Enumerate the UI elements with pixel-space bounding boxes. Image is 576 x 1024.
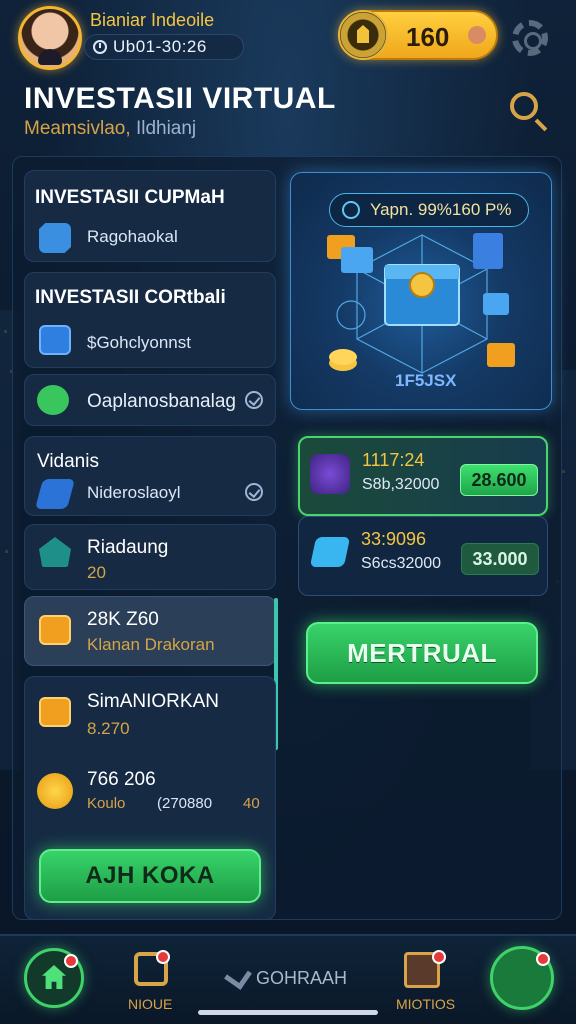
timer-pill: Ub01-30:26 [84, 34, 244, 60]
calendar-icon [39, 325, 71, 355]
clock-icon [93, 40, 107, 54]
tag-icon [39, 223, 71, 253]
list-item-sub: 8.270 [87, 719, 130, 738]
offer-title: 33:9096 [361, 529, 427, 549]
shield-coin-icon [338, 10, 388, 60]
offer-amount-button[interactable]: 28.600 [460, 464, 538, 496]
header: Bianiar Indeoile Ub01-30:26 160 INVESTAS… [0, 0, 576, 150]
nav-label-nioue[interactable]: NIOUE [128, 996, 172, 1012]
subtitle-secondary: Ildhianj [135, 118, 197, 139]
yield-pill: Yapn. 99%160 P% [329, 193, 529, 227]
notification-badge [432, 950, 446, 964]
subtitle-primary: Meamsivlao, [24, 118, 131, 139]
list-item-sub-b: (270880 [157, 795, 213, 812]
document-icon [39, 697, 71, 727]
nav-label-gohraah[interactable]: GOHRAAH [256, 968, 347, 989]
piggy-bank-icon [468, 26, 486, 44]
offer-amount-button[interactable]: 33.000 [461, 543, 539, 575]
coin-balance[interactable]: 160 [338, 10, 498, 60]
ticket-icon [34, 479, 76, 509]
mertrual-button[interactable]: MERTRUAL [306, 622, 538, 684]
treasure-icon [310, 454, 350, 494]
coin-stack-icon [37, 773, 73, 809]
list-item-label: INVESTASII CUPMaH [35, 187, 225, 208]
search-icon[interactable] [510, 92, 538, 120]
check-icon[interactable] [245, 483, 263, 501]
notification-badge [156, 950, 170, 964]
offer-card-1[interactable]: 1117:24 S8b,32000 28.600 [298, 436, 548, 516]
cube-icon [309, 537, 351, 567]
house-icon [39, 537, 71, 567]
timer-text: Ub01-30:26 [113, 37, 207, 56]
list-item-investasi-1[interactable]: INVESTASII CUPMaH Ragohaokal [24, 170, 276, 262]
list-item-simaniorkan[interactable]: SimANIORKAN 8.270 766 206 Koulo (270880 … [24, 676, 276, 920]
check-icon[interactable] [245, 391, 263, 409]
list-item-investasi-2[interactable]: INVESTASII CORtbali $Gohclyonnst [24, 272, 276, 368]
notification-badge [536, 952, 550, 966]
offer-sub: S8b,32000 [362, 476, 440, 493]
username: Bianiar Indeoile [90, 10, 215, 30]
list-item-sub-a: Koulo [87, 795, 126, 812]
avatar[interactable] [18, 6, 82, 70]
hero-value: 1F5JSX [395, 371, 457, 390]
list-item-label: Oaplanosbanalag [87, 391, 236, 412]
list-item-sub-c: 40 [243, 795, 260, 812]
home-indicator [198, 1010, 378, 1015]
safe-icon [39, 615, 71, 645]
notification-badge [64, 954, 78, 968]
list-item-oaplan[interactable]: Oaplanosbanalag [24, 374, 276, 426]
yield-text: Yapn. 99%160 P% [370, 200, 512, 219]
page-title: INVESTASII VIRTUAL [24, 82, 336, 115]
list-item-label: 28K Z60 [87, 609, 159, 630]
nav-label-miotios[interactable]: MIOTIOS [396, 996, 455, 1012]
list-item-sub: Ragohaokal [87, 227, 178, 246]
list-item-label: INVESTASII CORtbali [35, 287, 226, 308]
list-item-label: SimANIORKAN [87, 691, 219, 712]
list-item-label: Riadaung [87, 537, 169, 558]
list-item-sub: Klanan Drakoran [87, 635, 215, 654]
offer-card-2[interactable]: 33:9096 S6cs32000 33.000 [298, 516, 548, 596]
ajh-koka-button[interactable]: AJH KOKA [39, 849, 261, 903]
list-item-sub: Nideroslaoyl [87, 483, 181, 502]
list-item-sub: $Gohclyonnst [87, 333, 191, 352]
investment-hero-card[interactable]: Yapn. 99%160 P% 1F5JSX [290, 172, 552, 410]
list-item-label: Vidanis [37, 451, 99, 472]
list-item-vidanis[interactable]: Vidanis Nideroslaoyl [24, 436, 276, 516]
page-subtitle: Meamsivlao, Ildhianj [24, 118, 196, 140]
money-bag-icon [37, 385, 69, 415]
list-item-sub: 20 [87, 563, 106, 582]
coin-value: 160 [406, 22, 450, 52]
list-item-riadaung[interactable]: Riadaung 20 [24, 524, 276, 590]
offer-title: 1117:24 [362, 450, 425, 470]
gear-icon[interactable] [512, 20, 548, 56]
check-mark-icon [224, 962, 252, 990]
list-item-28k[interactable]: 28K Z60 Klanan Drakoran [24, 596, 276, 666]
yield-icon [342, 201, 360, 219]
offer-sub: S6cs32000 [361, 555, 442, 572]
list-item-label: 766 206 [87, 769, 156, 790]
